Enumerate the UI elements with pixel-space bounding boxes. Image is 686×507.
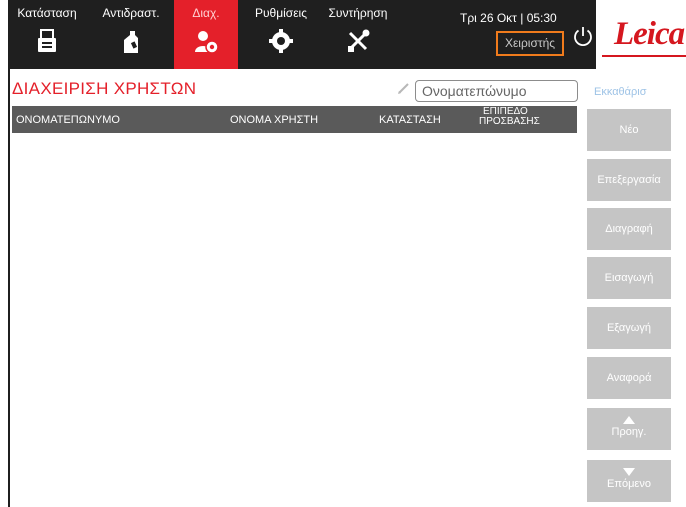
tab-maintenance-label: Συντήρηση [328,6,388,20]
tab-status[interactable]: Κατάσταση [8,0,86,69]
pencil-icon [398,83,409,94]
date-time: Τρι 26 Οκτ | 05:30 [460,11,557,25]
reagents-bottle-icon [124,31,138,53]
brand-logo: Leica [596,0,686,69]
clear-search-button[interactable]: Εκκαθάρισ [594,86,647,98]
delete-user-label: Διαγραφή [605,223,653,235]
users-table-header: ΟΝΟΜΑΤΕΠΩΝΥΜΟ ΟΝΟΜΑ ΧΡΗΣΤΗ ΚΑΤΑΣΤΑΣΗ ΕΠΙ… [12,106,577,133]
tab-maintenance[interactable]: Συντήρηση [318,0,398,69]
export-button[interactable]: Εξαγωγή [587,307,671,349]
power-icon[interactable] [572,25,594,47]
admin-users-gear-icon [195,31,219,54]
column-header-status[interactable]: ΚΑΤΑΣΤΑΣΗ [379,114,441,126]
maintenance-tools-icon [348,29,370,52]
tab-settings[interactable]: Ρυθμίσεις [244,0,318,69]
new-user-button[interactable]: Νέο [587,109,671,151]
page-title: ΔΙΑΧΕΙΡΙΣΗ ΧΡΗΣΤΩΝ [12,79,197,98]
next-page-button[interactable]: Επόμενο [587,460,671,502]
left-border [8,69,10,507]
column-header-username[interactable]: ΟΝΟΜΑ ΧΡΗΣΤΗ [230,114,318,126]
column-header-full-name[interactable]: ΟΝΟΜΑΤΕΠΩΝΥΜΟ [16,114,120,126]
user-role-button[interactable]: Χειριστής [496,31,564,56]
name-search-input[interactable] [415,80,578,102]
column-header-access-level[interactable]: ΕΠΙΠΕΔΟ ΠΡΟΣΒΑΣΗΣ [479,107,540,127]
access-level-line-2: ΠΡΟΣΒΑΣΗΣ [479,116,540,127]
report-label: Αναφορά [606,372,652,384]
tab-reagents-label: Αντιδραστ. [102,6,160,20]
delete-user-button[interactable]: Διαγραφή [587,208,671,250]
tab-administration-label: Διαχ. [192,6,220,20]
next-page-label: Επόμενο [607,478,651,490]
arrow-up-icon [623,416,635,424]
report-button[interactable]: Αναφορά [587,357,671,399]
new-user-label: Νέο [619,124,639,136]
users-table-body [12,133,577,507]
tab-reagents[interactable]: Αντιδραστ. [88,0,174,69]
import-label: Εισαγωγή [604,272,654,284]
edit-user-button[interactable]: Επεξεργασία [587,159,671,201]
logo-underline [602,55,686,57]
tab-settings-label: Ρυθμίσεις [254,6,308,20]
settings-gear-icon [269,29,293,53]
previous-page-label: Προηγ. [611,426,647,438]
export-label: Εξαγωγή [606,322,652,334]
top-nav-bar: Κατάσταση Αντιδραστ. Διαχ. Ρυθμίσεις Συν… [8,0,686,69]
tab-administration[interactable]: Διαχ. [174,0,238,69]
edit-user-label: Επεξεργασία [597,174,661,186]
tab-status-label: Κατάσταση [17,6,77,20]
logo-text: Leica [614,16,685,52]
previous-page-button[interactable]: Προηγ. [587,408,671,450]
arrow-down-icon [623,468,635,476]
import-button[interactable]: Εισαγωγή [587,257,671,299]
status-printer-icon [38,29,56,52]
